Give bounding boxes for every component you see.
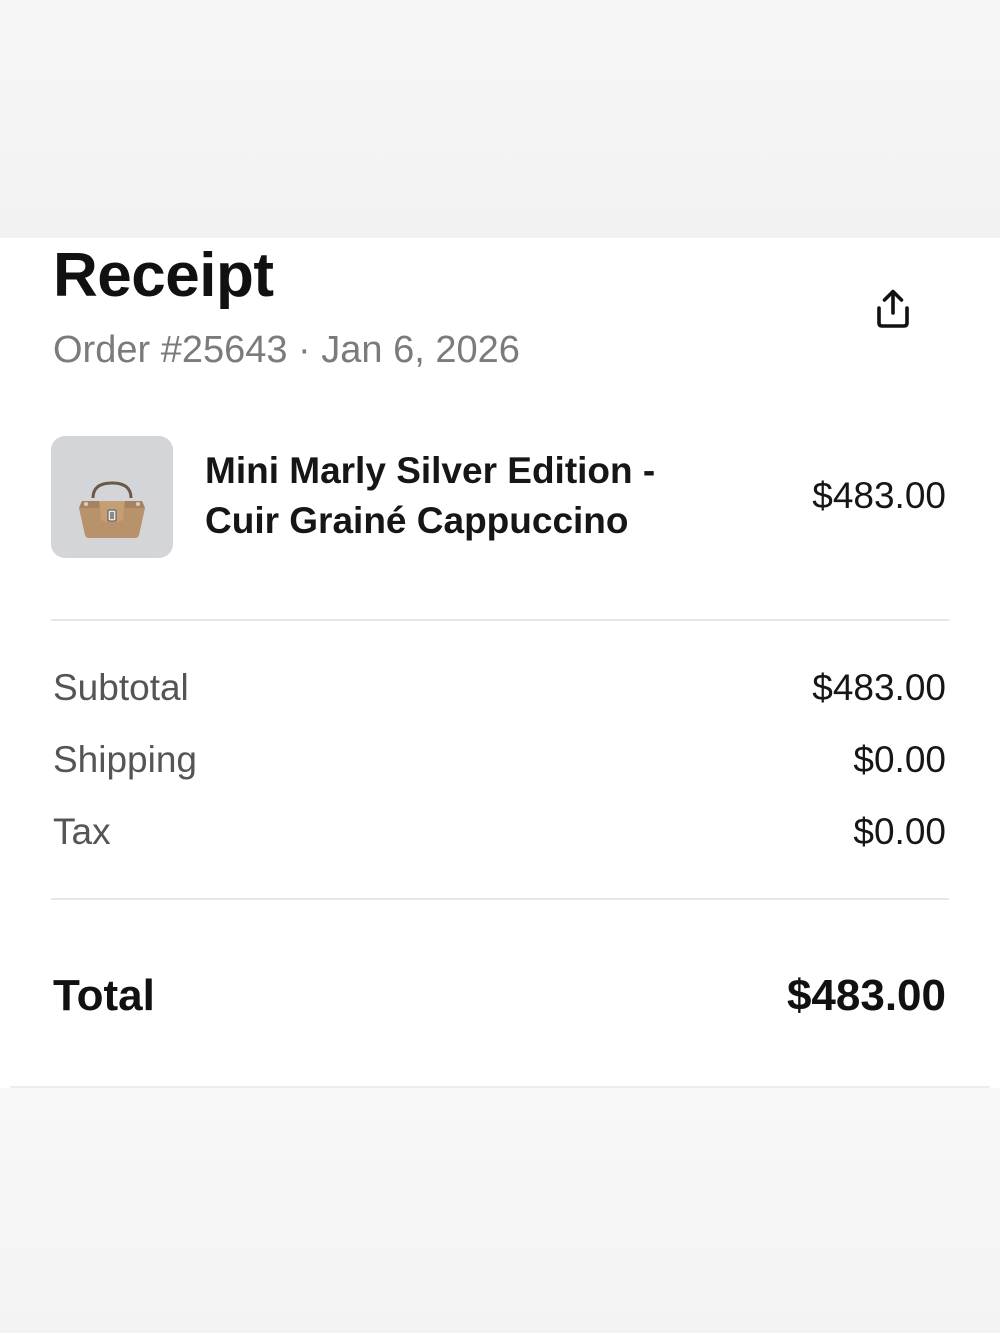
- shipping-value: $0.00: [853, 739, 946, 780]
- page-title: Receipt: [53, 241, 274, 310]
- product-thumbnail: [51, 436, 173, 558]
- total-label: Total: [53, 971, 155, 1020]
- shipping-row: Shipping $0.00: [53, 736, 946, 784]
- total-row: Total $483.00: [53, 968, 946, 1024]
- share-button[interactable]: [866, 282, 920, 336]
- tax-value: $0.00: [853, 811, 946, 852]
- receipt-card: Receipt Order #25643 · Jan 6, 2026 Mini …: [0, 238, 1000, 1088]
- total-value: $483.00: [786, 971, 946, 1020]
- share-icon: [877, 289, 909, 328]
- handbag-image: [79, 481, 145, 538]
- shipping-label: Shipping: [53, 739, 198, 780]
- order-meta: Order #25643 · Jan 6, 2026: [53, 329, 520, 371]
- divider: [51, 898, 949, 900]
- subtotal-value: $483.00: [812, 667, 946, 708]
- item-name: Mini Marly Silver Edition - Cuir Grainé …: [205, 450, 656, 541]
- order-item[interactable]: Mini Marly Silver Edition - Cuir Grainé …: [51, 436, 949, 560]
- subtotal-row: Subtotal $483.00: [53, 664, 946, 712]
- background-bottom: [0, 1088, 1000, 1333]
- divider: [51, 619, 949, 621]
- background-top: [0, 0, 1000, 238]
- tax-label: Tax: [53, 811, 111, 852]
- item-price: $483.00: [812, 475, 946, 516]
- tax-row: Tax $0.00: [53, 808, 946, 856]
- subtotal-label: Subtotal: [53, 667, 189, 708]
